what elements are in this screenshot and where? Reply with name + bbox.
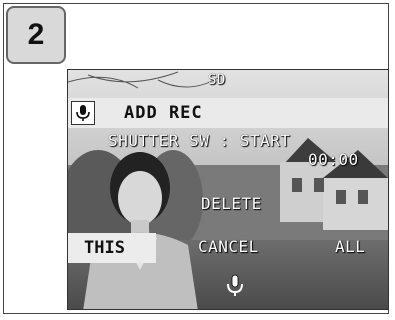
- cancel-option[interactable]: CANCEL: [198, 237, 259, 256]
- camera-lcd-screen: SD ADD REC SHUTTER SW : START 00:00 DELE…: [67, 69, 389, 310]
- microphone-icon: [71, 101, 95, 125]
- screen-title: ADD REC: [124, 103, 203, 123]
- all-option[interactable]: ALL: [335, 237, 365, 256]
- recording-timer: 00:00: [308, 150, 359, 169]
- this-option-label: THIS: [84, 238, 125, 258]
- media-indicator: SD: [208, 72, 226, 88]
- delete-option[interactable]: DELETE: [201, 194, 262, 213]
- this-option-selected[interactable]: THIS: [68, 233, 156, 263]
- microphone-icon: [226, 274, 244, 302]
- step-number-badge: 2: [6, 6, 66, 64]
- title-bar: ADD REC: [68, 98, 388, 128]
- shutter-instruction: SHUTTER SW : START: [108, 131, 291, 150]
- step-number: 2: [27, 18, 45, 51]
